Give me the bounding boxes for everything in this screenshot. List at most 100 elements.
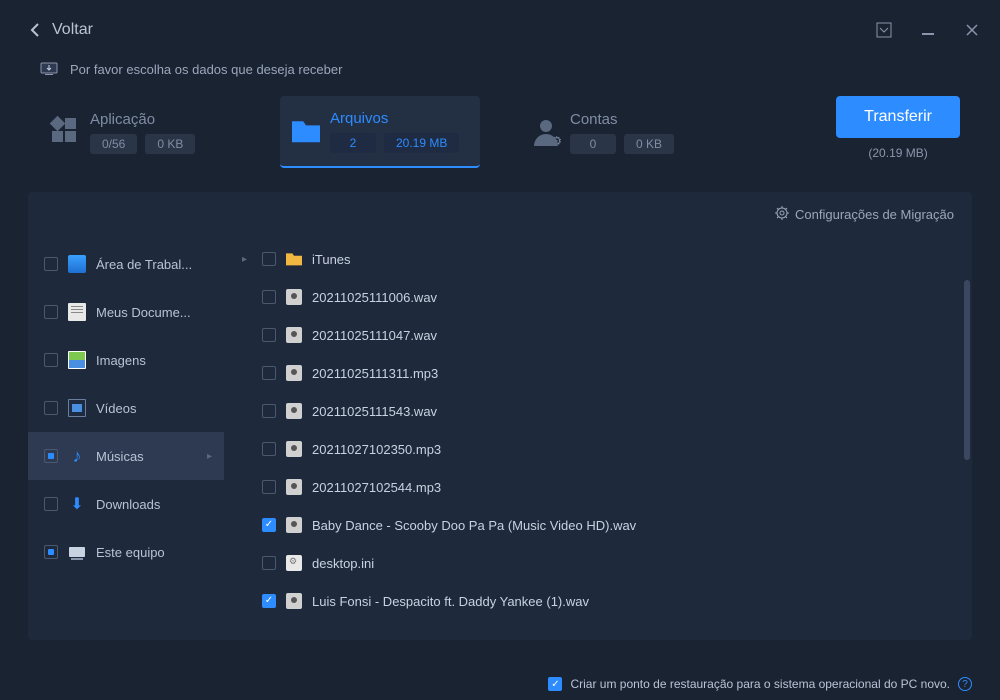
sidebar-item-0[interactable]: Área de Trabal... xyxy=(28,240,224,288)
close-button[interactable] xyxy=(962,20,982,40)
monitor-download-icon xyxy=(40,60,58,78)
file-name: 20211025111311.mp3 xyxy=(312,366,438,381)
file-name: Luis Fonsi - Despacito ft. Daddy Yankee … xyxy=(312,594,589,609)
tab-applications[interactable]: Aplicação 0/56 0 KB xyxy=(40,96,240,168)
file-checkbox[interactable] xyxy=(262,328,276,342)
category-tabs: Aplicação 0/56 0 KB Arquivos 2 20.19 MB … xyxy=(0,96,1000,168)
sidebar-item-2[interactable]: Imagens xyxy=(28,336,224,384)
desktop-icon xyxy=(68,255,86,273)
file-list: ▸ iTunes ▸20211025111006.wav▸2021102511104… xyxy=(224,236,972,640)
migration-settings-label: Configurações de Migração xyxy=(795,207,954,222)
doc-icon xyxy=(68,303,86,321)
tab-applications-size: 0 KB xyxy=(145,134,195,154)
file-row[interactable]: ▸20211025111006.wav xyxy=(224,278,972,316)
sidebar-checkbox[interactable] xyxy=(44,305,58,319)
tab-applications-title: Aplicação xyxy=(90,111,195,128)
title-bar: Voltar xyxy=(0,0,1000,60)
tab-files-count: 2 xyxy=(330,133,376,153)
ini-icon xyxy=(286,555,302,571)
transfer-button[interactable]: Transferir xyxy=(836,96,960,138)
restore-point-checkbox[interactable] xyxy=(548,677,562,691)
transfer-area: Transferir (20.19 MB) xyxy=(836,96,960,160)
audio-icon xyxy=(286,517,302,533)
file-row[interactable]: ▸desktop.ini xyxy=(224,544,972,582)
audio-icon xyxy=(286,479,302,495)
minimize-button[interactable] xyxy=(918,20,938,40)
expand-icon[interactable]: ▸ xyxy=(242,254,252,265)
folder-icon xyxy=(286,251,302,267)
file-row[interactable]: ▸20211027102544.mp3 xyxy=(224,468,972,506)
scrollbar-thumb[interactable] xyxy=(964,280,970,460)
file-row[interactable]: ▸20211025111047.wav xyxy=(224,316,972,354)
file-checkbox[interactable] xyxy=(262,594,276,608)
file-checkbox[interactable] xyxy=(262,366,276,380)
tab-accounts-title: Contas xyxy=(570,111,674,128)
window-controls xyxy=(874,20,982,40)
folder-icon xyxy=(292,117,320,145)
sidebar-item-4[interactable]: ♪ Músicas ▸ xyxy=(28,432,224,480)
tab-files[interactable]: Arquivos 2 20.19 MB xyxy=(280,96,480,168)
migration-settings-link[interactable]: Configurações de Migração xyxy=(775,206,954,223)
file-row[interactable]: ▸Baby Dance - Scooby Doo Pa Pa (Music Vi… xyxy=(224,506,972,544)
footer-bar: Criar um ponto de restauração para o sis… xyxy=(0,668,1000,700)
file-row[interactable]: ▸20211027102350.mp3 xyxy=(224,430,972,468)
dropdown-window-button[interactable] xyxy=(874,20,894,40)
file-name: desktop.ini xyxy=(312,556,374,571)
file-checkbox[interactable] xyxy=(262,252,276,266)
file-name: iTunes xyxy=(312,252,351,267)
file-row[interactable]: ▸20211025111311.mp3 xyxy=(224,354,972,392)
file-checkbox[interactable] xyxy=(262,556,276,570)
back-arrow-icon xyxy=(28,22,44,38)
sidebar-checkbox[interactable] xyxy=(44,257,58,271)
sidebar-item-3[interactable]: Vídeos xyxy=(28,384,224,432)
help-icon[interactable]: ? xyxy=(958,677,972,691)
tab-files-size: 20.19 MB xyxy=(384,133,459,153)
file-name: 20211025111006.wav xyxy=(312,290,437,305)
tab-applications-count: 0/56 xyxy=(90,134,137,154)
sidebar-item-label: Meus Docume... xyxy=(96,305,212,320)
file-row[interactable]: ▸ iTunes xyxy=(224,240,972,278)
sidebar-item-label: Este equipo xyxy=(96,545,212,560)
sidebar-checkbox[interactable] xyxy=(44,449,58,463)
sidebar-item-label: Área de Trabal... xyxy=(96,257,212,272)
tab-files-title: Arquivos xyxy=(330,110,459,127)
sidebar-item-5[interactable]: ⬇ Downloads xyxy=(28,480,224,528)
file-checkbox[interactable] xyxy=(262,290,276,304)
file-checkbox[interactable] xyxy=(262,518,276,532)
audio-icon xyxy=(286,327,302,343)
sidebar-checkbox[interactable] xyxy=(44,401,58,415)
back-button[interactable]: Voltar xyxy=(28,21,93,39)
file-name: 20211025111047.wav xyxy=(312,328,437,343)
audio-icon xyxy=(286,441,302,457)
tab-accounts[interactable]: ⚙ Contas 0 0 KB xyxy=(520,96,720,168)
sidebar-checkbox[interactable] xyxy=(44,545,58,559)
sidebar-item-label: Vídeos xyxy=(96,401,212,416)
file-checkbox[interactable] xyxy=(262,442,276,456)
chevron-right-icon: ▸ xyxy=(207,451,212,462)
gear-icon xyxy=(775,206,789,223)
pc-icon xyxy=(68,543,86,561)
sidebar-checkbox[interactable] xyxy=(44,497,58,511)
file-row[interactable]: ▸20211025111543.wav xyxy=(224,392,972,430)
transfer-size: (20.19 MB) xyxy=(868,146,927,160)
download-icon: ⬇ xyxy=(68,495,86,513)
tab-accounts-count: 0 xyxy=(570,134,616,154)
file-checkbox[interactable] xyxy=(262,404,276,418)
apps-icon xyxy=(52,118,80,146)
sidebar-item-6[interactable]: Este equipo xyxy=(28,528,224,576)
audio-icon xyxy=(286,593,302,609)
music-icon: ♪ xyxy=(68,447,86,465)
sidebar-item-label: Músicas xyxy=(96,449,197,464)
sidebar-item-1[interactable]: Meus Docume... xyxy=(28,288,224,336)
file-name: 20211027102544.mp3 xyxy=(312,480,441,495)
file-name: Baby Dance - Scooby Doo Pa Pa (Music Vid… xyxy=(312,518,636,533)
audio-icon xyxy=(286,403,302,419)
instruction-row: Por favor escolha os dados que deseja re… xyxy=(0,60,1000,96)
file-row[interactable]: ▸Luis Fonsi - Despacito ft. Daddy Yankee… xyxy=(224,582,972,620)
file-checkbox[interactable] xyxy=(262,480,276,494)
sidebar-item-label: Downloads xyxy=(96,497,212,512)
sidebar-item-label: Imagens xyxy=(96,353,212,368)
img-icon xyxy=(68,351,86,369)
main-panel: Configurações de Migração Área de Trabal… xyxy=(28,192,972,640)
sidebar-checkbox[interactable] xyxy=(44,353,58,367)
